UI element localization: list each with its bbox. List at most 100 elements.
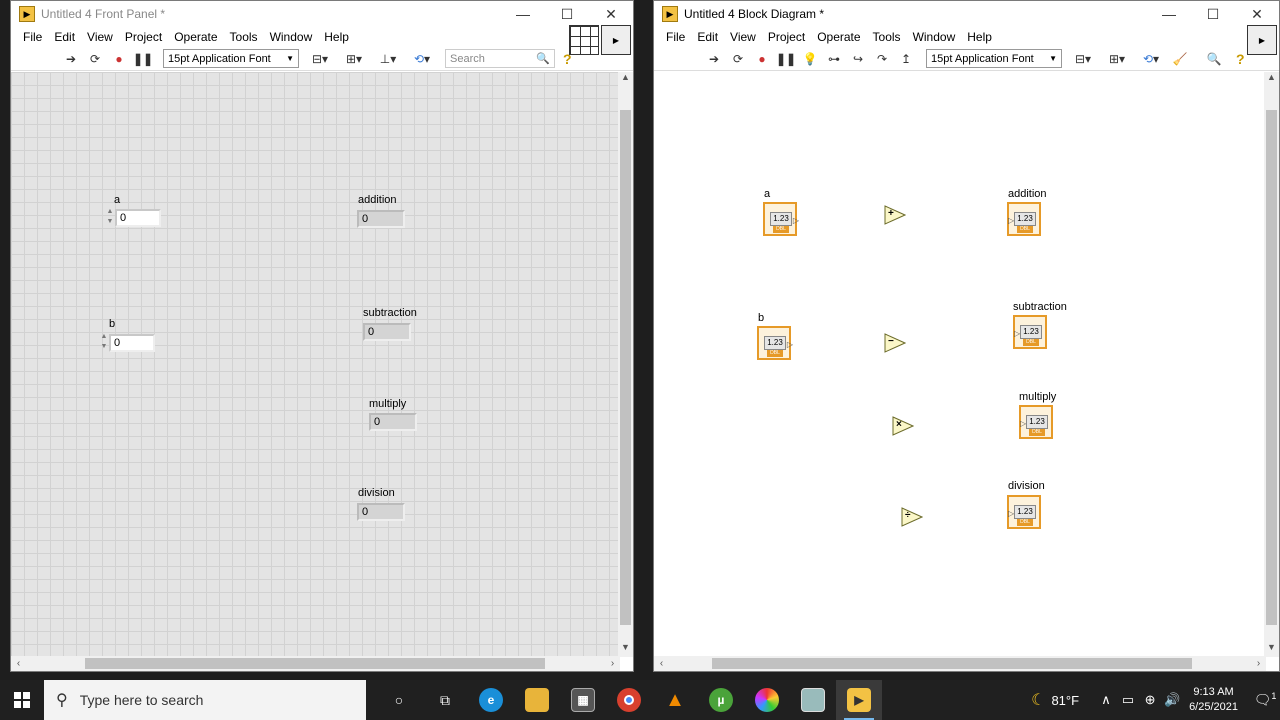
network-icon[interactable]: ⊕ — [1139, 692, 1161, 708]
start-button[interactable] — [0, 680, 44, 720]
menu-operate[interactable]: Operate — [168, 30, 223, 44]
reorder-icon[interactable]: ⟲ ▾ — [1136, 49, 1166, 69]
control-b-value[interactable]: 0 — [109, 334, 155, 352]
front-panel-window[interactable]: ▶ Untitled 4 Front Panel * — ☐ ✕ File Ed… — [10, 0, 634, 672]
menu-edit[interactable]: Edit — [48, 30, 81, 44]
resize-objects-icon[interactable]: ⊥▾ — [373, 49, 403, 69]
scroll-left-icon[interactable]: ‹ — [654, 656, 669, 671]
run-continuously-icon[interactable]: ⟳ — [728, 49, 748, 69]
scroll-thumb[interactable] — [85, 658, 545, 669]
utorrent-icon[interactable]: µ — [698, 680, 744, 720]
run-continuously-icon[interactable]: ⟳ — [85, 49, 105, 69]
file-explorer-icon[interactable] — [514, 680, 560, 720]
menu-tools[interactable]: Tools — [867, 30, 907, 44]
font-select[interactable]: 15pt Application Font ▼ — [926, 49, 1062, 68]
vlc-icon[interactable]: ▲ — [652, 680, 698, 720]
front-panel-canvas[interactable]: a ▲ ▼ 0 b ▲ ▼ 0 addition 0 subtraction 0 m… — [11, 72, 620, 657]
vi-icon[interactable]: ▶ — [1247, 25, 1277, 55]
horizontal-scrollbar[interactable]: ‹ › — [654, 656, 1266, 671]
clean-up-diagram-icon[interactable]: 🧹 — [1170, 49, 1190, 69]
cortana-icon[interactable]: ○ — [376, 680, 422, 720]
distribute-objects-icon[interactable]: ⊞▾ — [1102, 49, 1132, 69]
battery-icon[interactable]: ▭ — [1117, 692, 1139, 708]
block-diagram-canvas[interactable]: a 1.23 ▷ DBL b 1.23 ▷ DBL + − × ÷ additi… — [654, 72, 1266, 657]
search-input[interactable]: Search 🔍 — [445, 49, 555, 68]
search-icon[interactable]: 🔍 — [1204, 49, 1224, 69]
scroll-down-icon[interactable]: ▼ — [618, 642, 633, 657]
weather-widget[interactable]: ☾ 81°F — [1031, 690, 1079, 710]
menu-project[interactable]: Project — [762, 30, 811, 44]
menu-tools[interactable]: Tools — [224, 30, 264, 44]
step-over-icon[interactable]: ↷ — [872, 49, 892, 69]
control-a[interactable]: ▲ ▼ 0 — [105, 207, 161, 229]
control-b[interactable]: ▲ ▼ 0 — [99, 332, 155, 354]
scroll-down-icon[interactable]: ▼ — [1264, 642, 1279, 657]
vi-icon[interactable]: ▶ — [601, 25, 631, 55]
close-button[interactable]: ✕ — [589, 1, 633, 27]
taskbar-search-box[interactable]: ⚲ Type here to search — [44, 680, 366, 720]
multiply-function[interactable]: × — [892, 416, 914, 436]
minimize-button[interactable]: — — [1147, 1, 1191, 27]
store-icon[interactable]: ▦ — [560, 680, 606, 720]
block-diagram-window[interactable]: ▶ Untitled 4 Block Diagram * — ☐ ✕ File … — [653, 0, 1280, 672]
menu-view[interactable]: View — [724, 30, 762, 44]
vertical-scrollbar[interactable]: ▲ ▼ — [1264, 72, 1279, 657]
scroll-right-icon[interactable]: › — [1251, 656, 1266, 671]
terminal-a[interactable]: 1.23 ▷ DBL — [763, 202, 799, 236]
block-diagram-titlebar[interactable]: ▶ Untitled 4 Block Diagram * — ☐ ✕ — [654, 1, 1279, 27]
terminal-division[interactable]: ▷ 1.23 DBL — [1007, 495, 1041, 529]
remote-desktop-icon[interactable] — [790, 680, 836, 720]
increment-decrement-icon[interactable]: ▲ ▼ — [105, 207, 115, 229]
menu-file[interactable]: File — [17, 30, 48, 44]
highlight-execution-icon[interactable]: 💡 — [800, 49, 820, 69]
scroll-up-icon[interactable]: ▲ — [1264, 72, 1279, 87]
chrome-icon[interactable] — [606, 680, 652, 720]
abort-icon[interactable]: ● — [752, 49, 772, 69]
increment-decrement-icon[interactable]: ▲ ▼ — [99, 332, 109, 354]
task-view-icon[interactable]: ⧉ — [422, 680, 468, 720]
scroll-thumb[interactable] — [1266, 110, 1277, 625]
run-arrow-icon[interactable]: ➔ — [61, 49, 81, 69]
terminal-subtraction[interactable]: ▷ 1.23 DBL — [1013, 315, 1047, 349]
subtract-function[interactable]: − — [884, 333, 906, 353]
vertical-scrollbar[interactable]: ▲ ▼ — [618, 72, 633, 657]
scroll-thumb[interactable] — [712, 658, 1192, 669]
labview-taskbar-icon[interactable]: ▶ — [836, 680, 882, 720]
align-objects-icon[interactable]: ⊟▾ — [1068, 49, 1098, 69]
minimize-button[interactable]: — — [501, 1, 545, 27]
control-a-value[interactable]: 0 — [115, 209, 161, 227]
distribute-objects-icon[interactable]: ⊞▾ — [339, 49, 369, 69]
step-out-icon[interactable]: ↥ — [896, 49, 916, 69]
pause-icon[interactable]: ❚❚ — [776, 49, 796, 69]
align-objects-icon[interactable]: ⊟▾ — [305, 49, 335, 69]
notification-icon[interactable]: 🗨1 — [1250, 691, 1280, 709]
menu-edit[interactable]: Edit — [691, 30, 724, 44]
retain-wire-values-icon[interactable]: ⊶ — [824, 49, 844, 69]
reorder-icon[interactable]: ⟲ ▾ — [407, 49, 437, 69]
edge-icon[interactable]: e — [468, 680, 514, 720]
maximize-button[interactable]: ☐ — [1191, 1, 1235, 27]
scroll-left-icon[interactable]: ‹ — [11, 656, 26, 671]
terminal-addition[interactable]: ▷ 1.23 DBL — [1007, 202, 1041, 236]
divide-function[interactable]: ÷ — [901, 507, 923, 527]
context-help-icon[interactable]: ? — [1236, 51, 1245, 67]
font-select[interactable]: 15pt Application Font ▼ — [163, 49, 299, 68]
clock[interactable]: 9:13 AM 6/25/2021 — [1189, 685, 1238, 715]
horizontal-scrollbar[interactable]: ‹ › — [11, 656, 620, 671]
terminal-b[interactable]: 1.23 ▷ DBL — [757, 326, 793, 360]
scroll-thumb[interactable] — [620, 110, 631, 625]
menu-project[interactable]: Project — [119, 30, 168, 44]
maximize-button[interactable]: ☐ — [545, 1, 589, 27]
pause-icon[interactable]: ❚❚ — [133, 49, 153, 69]
menu-help[interactable]: Help — [961, 30, 998, 44]
menu-view[interactable]: View — [81, 30, 119, 44]
connector-pane[interactable] — [569, 25, 599, 55]
run-arrow-icon[interactable]: ➔ — [704, 49, 724, 69]
photos-icon[interactable] — [744, 680, 790, 720]
menu-operate[interactable]: Operate — [811, 30, 866, 44]
abort-icon[interactable]: ● — [109, 49, 129, 69]
menu-window[interactable]: Window — [907, 30, 962, 44]
close-button[interactable]: ✕ — [1235, 1, 1279, 27]
front-panel-titlebar[interactable]: ▶ Untitled 4 Front Panel * — ☐ ✕ — [11, 1, 633, 27]
menu-window[interactable]: Window — [264, 30, 319, 44]
